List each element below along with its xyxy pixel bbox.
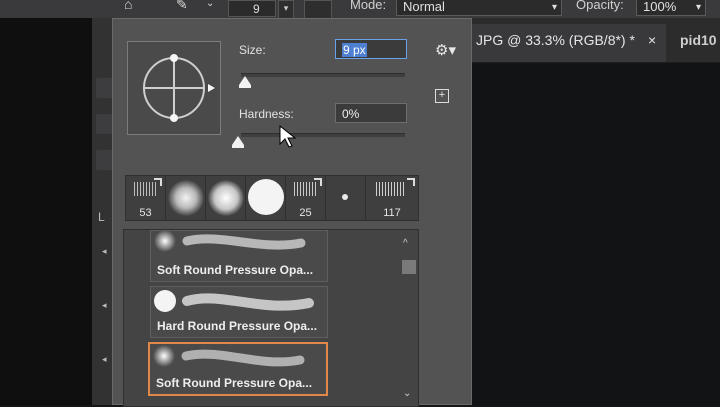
brush-stroke-preview xyxy=(153,345,305,367)
brush-tip[interactable] xyxy=(166,176,206,220)
hardness-slider-track[interactable] xyxy=(241,133,405,137)
brush-picker-toggle[interactable]: ▾ xyxy=(278,0,294,19)
chevron-down-icon[interactable]: ⌄ xyxy=(206,0,214,9)
tool-column-letter: L xyxy=(98,210,105,224)
brush-tip[interactable]: 53 xyxy=(126,176,166,220)
screen-bezel xyxy=(0,18,92,405)
list-item-selected[interactable]: Soft Round Pressure Opa... xyxy=(148,342,328,396)
opacity-field[interactable]: 100% ▾ xyxy=(636,0,706,16)
gear-icon[interactable]: ⚙▾ xyxy=(435,41,456,59)
brush-size-field[interactable]: 9 xyxy=(228,0,276,17)
tab-document-1[interactable]: JPG @ 33.3% (RGB/8*) * × xyxy=(470,24,666,62)
size-label: Size: xyxy=(239,43,266,57)
opacity-label: Opacity: xyxy=(576,0,624,12)
close-icon[interactable]: × xyxy=(648,32,656,48)
brush-tip[interactable]: 25 xyxy=(286,176,326,220)
preset-list-scrollbar[interactable]: ^ ⌄ xyxy=(400,238,416,404)
brush-stroke-preview xyxy=(154,231,306,252)
brush-tip[interactable] xyxy=(246,176,286,220)
new-preset-button[interactable]: + xyxy=(435,89,449,103)
preset-label: Hard Round Pressure Opa... xyxy=(157,319,318,333)
opacity-value: 100% xyxy=(643,0,677,14)
chevron-up-icon[interactable]: ^ xyxy=(403,238,408,249)
chevron-down-icon[interactable]: ⌄ xyxy=(403,388,411,399)
sampled-brush-icon xyxy=(154,178,162,186)
preset-label: Soft Round Pressure Opa... xyxy=(157,263,314,277)
brush-tip-size: 53 xyxy=(139,207,152,219)
sampled-brush-icon xyxy=(314,178,322,186)
tab-label: JPG @ 33.3% (RGB/8*) * xyxy=(476,32,635,48)
list-item[interactable]: Hard Round Pressure Opa... xyxy=(150,286,328,338)
document-tabs: JPG @ 33.3% (RGB/8*) * × pid10 xyxy=(470,18,720,63)
brush-tip-size: 117 xyxy=(383,207,401,219)
expand-arrow-icon[interactable]: ◂ xyxy=(102,354,107,365)
brush-tip[interactable] xyxy=(326,176,366,220)
chevron-down-icon: ▾ xyxy=(551,2,557,13)
expand-arrow-icon[interactable]: ◂ xyxy=(102,300,107,311)
size-input-value: 9 px xyxy=(342,43,367,57)
mode-value: Normal xyxy=(403,0,445,14)
document-canvas[interactable] xyxy=(470,63,720,405)
tab-document-2[interactable]: pid10 xyxy=(680,32,717,48)
sampled-brush-icon xyxy=(407,178,415,186)
scrollbar-thumb[interactable] xyxy=(402,260,416,274)
home-icon[interactable]: ⌂ xyxy=(124,0,132,12)
brush-tip-size: 25 xyxy=(299,207,312,219)
brush-tip[interactable] xyxy=(206,176,246,220)
expand-arrow-icon[interactable]: ◂ xyxy=(102,246,107,257)
brush-tips-row: 53 25 117 xyxy=(125,175,419,221)
list-item[interactable]: Soft Round Pressure Opa... xyxy=(150,230,328,282)
brush-angle-icon xyxy=(143,54,215,122)
mode-label: Mode: xyxy=(350,0,387,12)
size-slider-track[interactable] xyxy=(241,73,405,77)
brush-tip-preview[interactable] xyxy=(127,41,221,135)
hardness-slider-thumb[interactable] xyxy=(232,136,244,148)
mouse-cursor-icon xyxy=(279,125,297,148)
brush-size-value: 9 xyxy=(253,2,260,16)
size-input[interactable]: 9 px xyxy=(335,39,407,59)
brush-preset-list: Soft Round Pressure Opa... Hard Round Pr… xyxy=(123,229,419,407)
brush-tool-icon[interactable]: ✎ xyxy=(176,0,188,13)
brush-preset-picker: Size: 9 px Hardness: 0% ⚙▾ + 53 25 117 S… xyxy=(112,18,472,407)
mode-select[interactable]: Normal ▾ xyxy=(396,0,562,16)
brush-settings-button[interactable] xyxy=(304,0,332,19)
brush-tip[interactable]: 117 xyxy=(366,176,418,220)
hardness-input[interactable]: 0% xyxy=(335,103,407,123)
preset-label: Soft Round Pressure Opa... xyxy=(156,376,313,390)
options-bar: ⌂ ✎ ⌄ 9 ▾ Mode: Normal ▾ Opacity: 100% ▾ xyxy=(0,0,720,19)
brush-stroke-preview xyxy=(154,290,314,312)
size-slider-thumb[interactable] xyxy=(239,76,251,88)
hardness-input-value: 0% xyxy=(342,107,360,121)
chevron-down-icon: ▾ xyxy=(695,2,701,13)
hardness-label: Hardness: xyxy=(239,107,294,121)
